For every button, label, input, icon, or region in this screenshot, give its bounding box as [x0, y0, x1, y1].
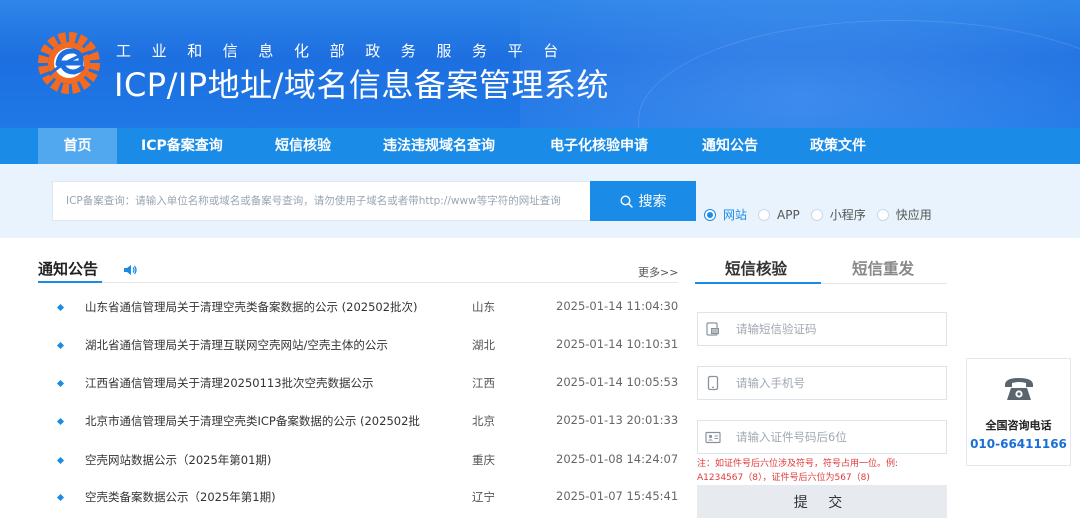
contact-label: 全国咨询电话: [985, 419, 1052, 432]
nav-home[interactable]: 首页: [38, 128, 117, 164]
nav-icp-query[interactable]: ICP备案查询: [141, 128, 223, 164]
notices-divider: [38, 282, 678, 283]
radio-quickapp[interactable]: 快应用: [876, 206, 932, 223]
radio-dot: [810, 208, 823, 221]
id-number-input[interactable]: [736, 430, 936, 444]
notice-title-link[interactable]: 空壳类备案数据公示（2025年第1期): [85, 489, 445, 505]
site-subtitle: 工业和信息化部政务服务平台: [116, 42, 579, 60]
notice-province: 江西: [472, 376, 495, 390]
radio-dot: [758, 208, 771, 221]
search-icon: [619, 194, 633, 208]
submit-button[interactable]: 提 交: [697, 485, 947, 518]
notice-province: 辽宁: [472, 490, 495, 504]
bullet-icon: [56, 303, 65, 312]
contact-phone-number: 010-66411166: [970, 437, 1067, 451]
notice-province: 山东: [472, 300, 495, 314]
site-header: 工业和信息化部政务服务平台 ICP/IP地址/域名信息备案管理系统: [0, 0, 1080, 128]
sms-code-input[interactable]: [736, 322, 936, 336]
search-button-label: 搜索: [638, 194, 667, 210]
sms-code-field: [697, 312, 947, 346]
radio-label: 网站: [723, 208, 748, 222]
bullet-icon: [56, 379, 65, 388]
mobile-phone-icon: [707, 375, 719, 391]
notice-date: 2025-01-14 10:05:53: [556, 375, 679, 389]
radio-label: 快应用: [895, 208, 932, 222]
radio-label: APP: [777, 207, 800, 222]
site-title: ICP/IP地址/域名信息备案管理系统: [114, 66, 609, 104]
notice-title-link[interactable]: 北京市通信管理局关于清理空壳类ICP备案数据的公示 (202502批: [85, 413, 445, 429]
radio-label: 小程序: [829, 208, 866, 222]
phone-field: [697, 366, 947, 400]
radio-dot: [704, 208, 716, 221]
main-nav: 首页 ICP备案查询 短信核验 违法违规域名查询 电子化核验申请 通知公告 政策…: [0, 128, 1080, 164]
speaker-icon: [124, 265, 137, 275]
notices-more-link[interactable]: 更多>>: [638, 264, 678, 280]
tab-sms-verify[interactable]: 短信核验: [725, 257, 787, 279]
notice-title-link[interactable]: 山东省通信管理局关于清理空壳类备案数据的公示 (202502批次): [85, 299, 445, 315]
tab-sms-resend[interactable]: 短信重发: [852, 257, 914, 279]
id-number-field: [697, 420, 947, 454]
contact-box: 全国咨询电话 010-66411166: [966, 358, 1071, 466]
id-card-icon: [705, 431, 721, 444]
bullet-icon: [56, 456, 65, 465]
notice-title-link[interactable]: 湖北省通信管理局关于清理互联网空壳网站/空壳主体的公示: [85, 337, 445, 353]
bullet-icon: [56, 341, 65, 350]
nav-notices[interactable]: 通知公告: [702, 128, 758, 164]
notice-province: 重庆: [472, 453, 495, 467]
notice-date: 2025-01-08 14:24:07: [556, 452, 679, 466]
icp-search-input[interactable]: [52, 181, 592, 221]
notice-title-link[interactable]: 江西省通信管理局关于清理20250113批次空壳数据公示: [85, 375, 445, 391]
radio-miniprogram[interactable]: 小程序: [810, 206, 866, 223]
notice-province: 北京: [472, 414, 495, 428]
phone-input[interactable]: [736, 376, 936, 390]
notice-date: 2025-01-14 11:04:30: [556, 299, 679, 313]
search-type-group: 网站 APP 小程序 快应用: [704, 206, 943, 223]
notice-province: 湖北: [472, 338, 495, 352]
radio-app[interactable]: APP: [758, 208, 800, 222]
bullet-icon: [56, 493, 65, 502]
site-logo-icon: [38, 32, 100, 94]
notices-title-underline: [38, 281, 102, 283]
notice-title-link[interactable]: 空壳网站数据公示（2025年第01期): [85, 452, 445, 468]
radio-dot: [876, 208, 889, 221]
telephone-icon: [1005, 378, 1033, 400]
id-number-note: 注：如证件号后六位涉及符号，符号占用一位。例: A1234567（8），证件号后…: [697, 459, 899, 483]
notice-date: 2025-01-14 10:10:31: [556, 337, 679, 351]
sms-tab-underline: [695, 282, 821, 284]
notice-item: 空壳类备案数据公示（2025年第1期) 辽宁 2025-01-07 15:45:…: [0, 489, 690, 524]
nav-electronic-verify[interactable]: 电子化核验申请: [550, 128, 648, 164]
notice-date: 2025-01-07 15:45:41: [556, 489, 679, 503]
nav-sms-verify[interactable]: 短信核验: [275, 128, 331, 164]
radio-website[interactable]: 网站: [704, 206, 747, 223]
nav-policy-docs[interactable]: 政策文件: [810, 128, 866, 164]
search-button[interactable]: 搜索: [590, 181, 696, 221]
notices-title: 通知公告: [38, 260, 99, 278]
sms-device-icon: [706, 322, 719, 336]
bullet-icon: [56, 417, 65, 426]
nav-illegal-domain-query[interactable]: 违法违规域名查询: [383, 128, 495, 164]
notice-date: 2025-01-13 20:01:33: [556, 413, 679, 427]
